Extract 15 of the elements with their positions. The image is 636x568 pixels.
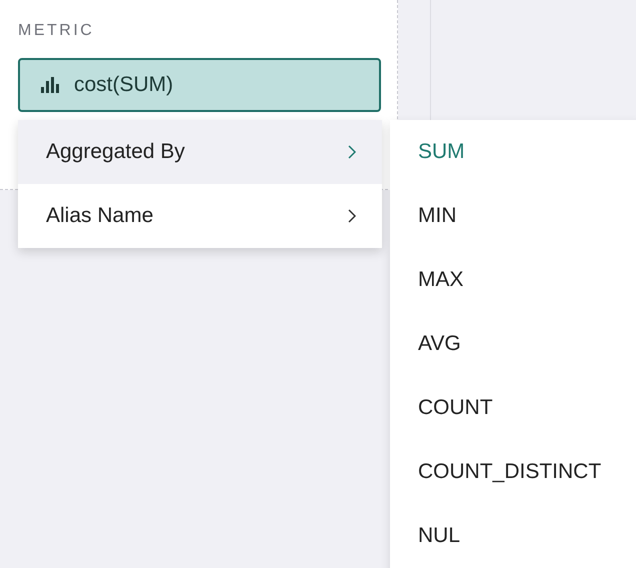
- submenu-item[interactable]: COUNT_DISTINCT: [390, 440, 636, 504]
- menu-item[interactable]: Alias Name: [18, 184, 382, 248]
- submenu-item[interactable]: MIN: [390, 184, 636, 248]
- field-value: cost(SUM): [74, 73, 174, 97]
- submenu-item[interactable]: NUL: [390, 504, 636, 568]
- bar-chart-icon: [40, 76, 60, 94]
- submenu-item[interactable]: COUNT: [390, 376, 636, 440]
- section-label: METRIC: [18, 22, 96, 41]
- chevron-right-icon: [348, 145, 356, 159]
- metric-field[interactable]: cost(SUM): [18, 58, 381, 112]
- menu-item[interactable]: Aggregated By: [18, 120, 382, 184]
- submenu-item[interactable]: SUM: [390, 120, 636, 184]
- submenu-item[interactable]: MAX: [390, 248, 636, 312]
- chevron-right-icon: [348, 209, 356, 223]
- submenu-item[interactable]: AVG: [390, 312, 636, 376]
